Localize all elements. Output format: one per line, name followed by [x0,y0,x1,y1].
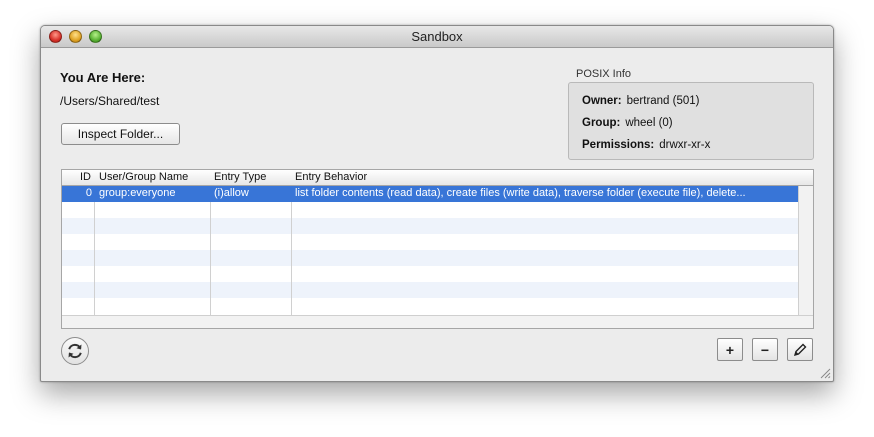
cell-id: 0 [85,187,92,199]
empty-row [62,234,799,250]
permissions-value: drwxr-xr-x [659,139,711,151]
posix-info-box: Owner: bertrand (501) Group: wheel (0) Per… [568,82,814,160]
group-row: Group: wheel (0) [582,117,673,129]
pencil-icon [793,343,807,356]
horizontal-scrollbar[interactable] [62,315,813,328]
column-header-type[interactable]: Entry Type [214,171,266,183]
column-divider [291,202,292,315]
cell-behavior: list folder contents (read data), create… [295,187,746,199]
empty-row [62,218,799,234]
empty-row [62,282,799,298]
table-row[interactable]: 0 group:everyone (i)allow list folder co… [62,186,799,202]
permissions-label: Permissions: [582,139,655,151]
resize-grip-icon[interactable] [820,368,831,379]
cell-type: (i)allow [214,187,249,199]
vertical-scrollbar[interactable] [798,186,813,315]
owner-row: Owner: bertrand (501) [582,95,700,107]
cell-name: group:everyone [99,187,176,199]
edit-entry-button[interactable] [787,338,813,361]
titlebar[interactable]: Sandbox [41,26,833,48]
owner-label: Owner: [582,95,622,107]
current-path: /Users/Shared/test [60,94,160,108]
column-header-name[interactable]: User/Group Name [99,171,188,183]
acl-table[interactable]: ID User/Group Name Entry Type Entry Beha… [61,169,814,329]
table-header: ID User/Group Name Entry Type Entry Beha… [62,170,813,186]
sandbox-window: Sandbox You Are Here: /Users/Shared/test… [40,25,834,382]
permissions-row: Permissions: drwxr-xr-x [582,139,710,151]
owner-value: bertrand (501) [626,95,700,107]
empty-row [62,202,799,218]
you-are-here-heading: You Are Here: [60,70,146,85]
column-header-id[interactable]: ID [80,171,91,183]
group-value: wheel (0) [625,117,673,129]
add-entry-button[interactable]: + [717,338,743,361]
window-title: Sandbox [411,29,463,44]
inspect-folder-button[interactable]: Inspect Folder... [61,123,180,145]
empty-row [62,250,799,266]
column-header-behavior[interactable]: Entry Behavior [295,171,367,183]
posix-info-caption: POSIX Info [576,68,632,80]
group-label: Group: [582,117,621,129]
refresh-button[interactable] [61,337,89,365]
empty-row [62,266,799,282]
empty-row [62,298,799,314]
column-divider [94,202,95,315]
column-divider [210,202,211,315]
remove-entry-button[interactable]: − [752,338,778,361]
refresh-icon [68,343,82,359]
